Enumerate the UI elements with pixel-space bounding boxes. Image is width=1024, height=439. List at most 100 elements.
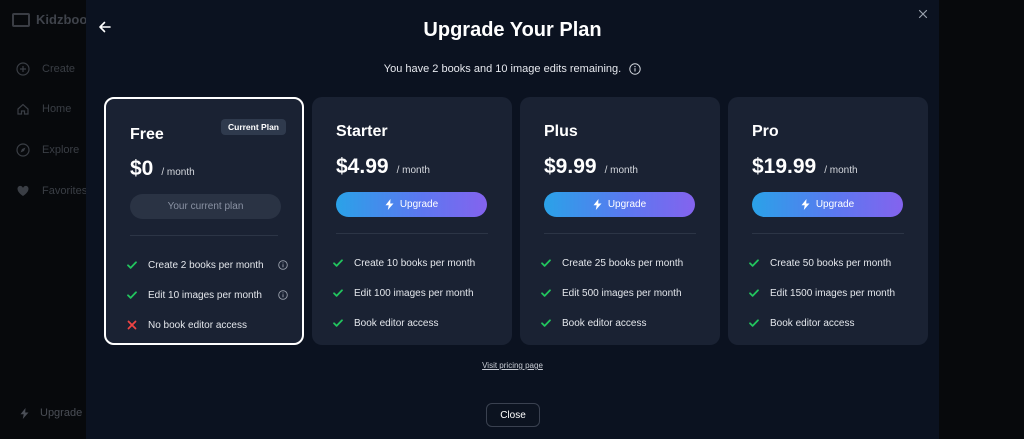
sidebar-item-home[interactable]: Home xyxy=(16,102,71,116)
feature-text: Create 50 books per month xyxy=(770,257,892,269)
plan-name: Plus xyxy=(544,123,578,140)
remaining-summary: You have 2 books and 10 image edits rema… xyxy=(86,63,939,75)
price-row: $19.99 / month xyxy=(752,155,858,179)
feature-text: Create 2 books per month xyxy=(148,259,264,271)
feature-text: Edit 100 images per month xyxy=(354,287,474,299)
plan-price: $9.99 xyxy=(544,155,597,178)
upgrade-modal: Upgrade Your Plan You have 2 books and 1… xyxy=(86,0,939,439)
remaining-text: You have 2 books and 10 image edits rema… xyxy=(383,63,622,75)
feature-item: Edit 100 images per month xyxy=(332,278,498,308)
feature-list: Create 50 books per month Edit 1500 imag… xyxy=(748,248,914,338)
upgrade-button[interactable]: Upgrade xyxy=(544,192,695,217)
bolt-icon xyxy=(20,407,29,419)
feature-item: Edit 10 images per month xyxy=(126,280,288,310)
app-logo[interactable]: Kidzbook xyxy=(12,12,95,27)
divider xyxy=(544,233,696,234)
check-icon xyxy=(127,261,137,269)
home-icon xyxy=(16,102,30,116)
bolt-icon xyxy=(385,199,394,210)
check-icon xyxy=(333,259,343,267)
upgrade-button[interactable]: Upgrade xyxy=(752,192,903,217)
feature-text: Book editor access xyxy=(354,317,439,329)
feature-item: Book editor access xyxy=(540,308,706,338)
sidebar-item-label: Create xyxy=(42,63,76,75)
plan-card-free: Free Current Plan $0 / month Your curren… xyxy=(104,97,304,345)
feature-item: Create 50 books per month xyxy=(748,248,914,278)
feature-text: Create 10 books per month xyxy=(354,257,476,269)
sidebar-item-create[interactable]: Create xyxy=(16,62,75,76)
sidebar-item-explore[interactable]: Explore xyxy=(16,143,79,157)
plan-card-plus: Plus $9.99 / month Upgrade Create 25 boo… xyxy=(520,97,720,345)
sidebar-upgrade-label: Upgrade xyxy=(40,407,83,419)
plan-cards: Free Current Plan $0 / month Your curren… xyxy=(104,97,928,345)
price-row: $4.99 / month xyxy=(336,155,430,179)
feature-list: Create 10 books per month Edit 100 image… xyxy=(332,248,498,338)
feature-text: No book editor access xyxy=(148,319,247,331)
feature-item: Book editor access xyxy=(748,308,914,338)
plan-card-pro: Pro $19.99 / month Upgrade Create 50 boo… xyxy=(728,97,928,345)
divider xyxy=(130,235,278,236)
price-period: / month xyxy=(604,165,638,176)
check-icon xyxy=(541,289,551,297)
sidebar: Kidzbook Create Home Explore Favorites xyxy=(0,0,95,439)
feature-item: Book editor access xyxy=(332,308,498,338)
check-icon xyxy=(749,289,759,297)
compass-icon xyxy=(16,143,30,157)
plan-name: Pro xyxy=(752,123,779,140)
check-icon xyxy=(127,291,137,299)
feature-item: Edit 500 images per month xyxy=(540,278,706,308)
feature-text: Book editor access xyxy=(770,317,855,329)
plan-price: $19.99 xyxy=(752,155,817,178)
check-icon xyxy=(541,259,551,267)
check-icon xyxy=(541,319,551,327)
feature-text: Edit 10 images per month xyxy=(148,289,262,301)
price-period: / month xyxy=(161,167,195,178)
divider xyxy=(752,233,904,234)
check-icon xyxy=(333,289,343,297)
info-icon[interactable] xyxy=(278,290,288,300)
check-icon xyxy=(333,319,343,327)
plan-name: Free xyxy=(130,126,164,143)
modal-title: Upgrade Your Plan xyxy=(423,19,602,41)
upgrade-button-label: Upgrade xyxy=(607,199,647,210)
upgrade-button[interactable]: Upgrade xyxy=(336,192,487,217)
feature-text: Edit 1500 images per month xyxy=(770,287,896,299)
price-period: / month xyxy=(396,165,430,176)
plan-price: $4.99 xyxy=(336,155,389,178)
sidebar-item-favorites[interactable]: Favorites xyxy=(16,184,87,198)
feature-item: Create 25 books per month xyxy=(540,248,706,278)
bolt-icon xyxy=(801,199,810,210)
close-button[interactable]: Close xyxy=(486,403,540,427)
upgrade-button-label: Upgrade xyxy=(815,199,855,210)
sidebar-upgrade[interactable]: Upgrade xyxy=(20,407,82,419)
feature-item: Create 10 books per month xyxy=(332,248,498,278)
plan-card-starter: Starter $4.99 / month Upgrade Create 10 … xyxy=(312,97,512,345)
plan-price: $0 xyxy=(130,157,154,180)
feature-text: Create 25 books per month xyxy=(562,257,684,269)
visit-pricing-link[interactable]: Visit pricing page xyxy=(86,361,939,370)
plus-circle-icon xyxy=(16,62,30,76)
check-icon xyxy=(749,319,759,327)
book-icon xyxy=(12,12,30,27)
sidebar-item-label: Favorites xyxy=(42,185,88,197)
current-plan-badge: Current Plan xyxy=(220,119,286,135)
bolt-icon xyxy=(593,199,602,210)
sidebar-item-label: Explore xyxy=(42,144,80,156)
info-icon[interactable] xyxy=(629,63,641,75)
heart-icon xyxy=(16,184,30,198)
price-row: $0 / month xyxy=(130,157,195,181)
feature-text: Book editor access xyxy=(562,317,647,329)
current-plan-button[interactable]: Your current plan xyxy=(130,194,281,219)
plan-name: Starter xyxy=(336,123,388,140)
check-icon xyxy=(749,259,759,267)
feature-text: Edit 500 images per month xyxy=(562,287,682,299)
feature-list: Create 25 books per month Edit 500 image… xyxy=(540,248,706,338)
info-icon[interactable] xyxy=(278,260,288,270)
sidebar-item-label: Home xyxy=(42,103,72,115)
feature-item: Create 2 books per month xyxy=(126,250,288,280)
price-period: / month xyxy=(824,165,858,176)
price-row: $9.99 / month xyxy=(544,155,638,179)
upgrade-button-label: Upgrade xyxy=(399,199,439,210)
cross-icon xyxy=(127,320,137,330)
feature-item: Edit 1500 images per month xyxy=(748,278,914,308)
